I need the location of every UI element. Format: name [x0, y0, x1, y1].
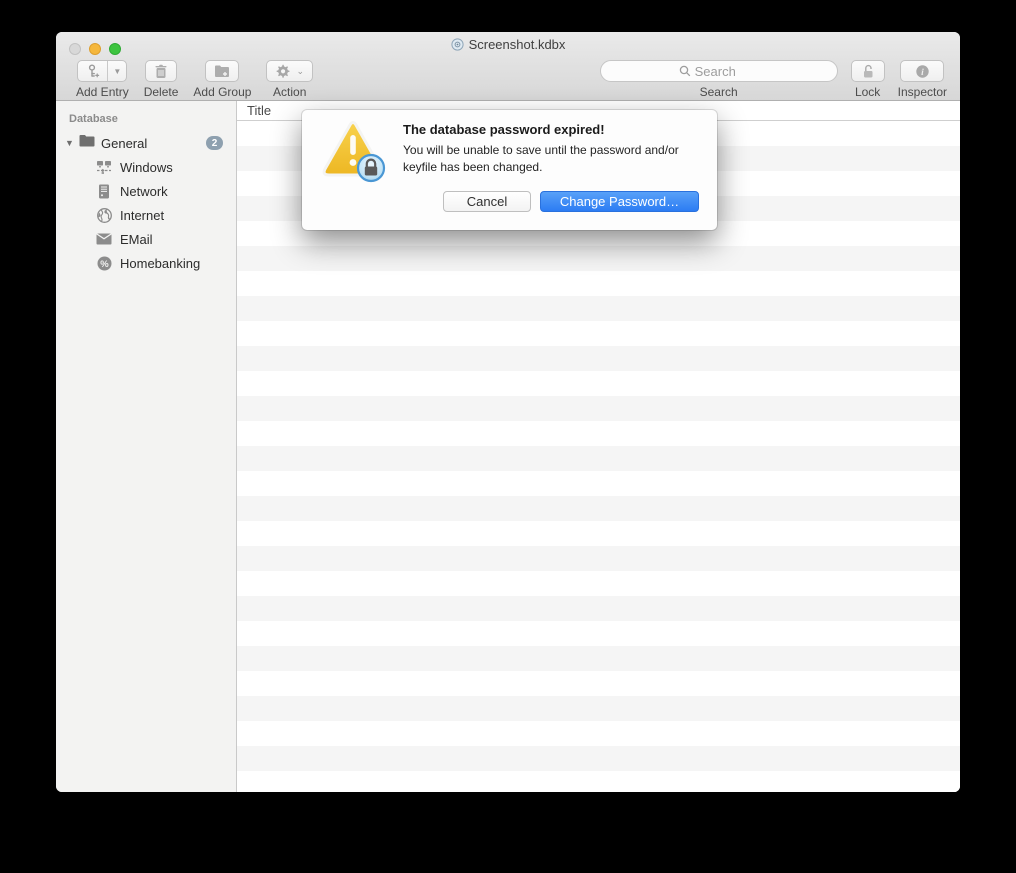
trash-icon — [154, 64, 168, 79]
sidebar-item-label: Network — [120, 183, 168, 199]
search-input[interactable] — [694, 63, 759, 79]
add-group-button[interactable] — [205, 60, 240, 82]
add-entry-toolbar-item: ▼ Add Entry — [76, 60, 129, 99]
chevron-down-icon: ⌄ — [296, 65, 304, 76]
svg-text:%: % — [100, 258, 109, 269]
sidebar-section-header: Database — [69, 113, 118, 125]
inspector-button[interactable]: i — [900, 60, 945, 82]
folder-icon — [79, 134, 95, 152]
sidebar-item-network[interactable]: Network — [56, 179, 236, 203]
password-expired-dialog: The database password expired! You will … — [302, 110, 717, 230]
lock-button[interactable] — [850, 60, 885, 82]
document-icon — [450, 38, 464, 54]
action-toolbar-item: ⌄ Action — [266, 60, 313, 99]
dialog-message: You will be unable to save until the pas… — [403, 143, 679, 175]
sidebar: Database ▼ General 2 Windows Network Int… — [56, 101, 237, 792]
window-title-text: Screenshot.kdbx — [468, 37, 566, 52]
svg-text:i: i — [921, 68, 924, 78]
sidebar-item-email[interactable]: EMail — [56, 227, 236, 251]
search-label: Search — [699, 85, 738, 99]
dialog-buttons: Cancel Change Password… — [443, 191, 699, 212]
search-field[interactable] — [599, 60, 838, 82]
gear-icon — [275, 64, 290, 79]
add-entry-label: Add Entry — [76, 85, 129, 99]
sidebar-item-label: EMail — [120, 231, 153, 247]
delete-label: Delete — [143, 85, 179, 99]
search-icon — [679, 65, 691, 77]
inspector-label: Inspector — [897, 85, 947, 99]
disclosure-triangle-icon[interactable]: ▼ — [65, 138, 77, 148]
delete-button[interactable] — [145, 60, 178, 82]
sidebar-item-internet[interactable]: Internet — [56, 203, 236, 227]
sidebar-item-label: Homebanking — [120, 255, 201, 271]
percent-circle-icon: % — [96, 255, 112, 271]
change-password-button[interactable]: Change Password… — [540, 191, 699, 212]
lock-toolbar-item: Lock — [850, 60, 885, 99]
lock-open-icon — [861, 64, 875, 79]
cancel-button[interactable]: Cancel — [443, 191, 531, 212]
sidebar-item-homebanking[interactable]: % Homebanking — [56, 251, 236, 275]
key-plus-icon — [78, 61, 109, 81]
group-label: General — [101, 135, 148, 151]
sidebar-item-label: Internet — [120, 207, 165, 223]
window-header: Screenshot.kdbx ▼ Add Entry Delete Add G… — [56, 32, 960, 101]
entry-count-badge: 2 — [206, 136, 223, 150]
add-group-toolbar-item: Add Group — [193, 60, 251, 99]
add-entry-button[interactable]: ▼ — [77, 60, 128, 82]
inspector-toolbar-item: i Inspector — [898, 60, 947, 99]
windows-network-icon — [96, 159, 112, 175]
sidebar-item-general[interactable]: ▼ General 2 — [56, 131, 236, 155]
lock-label: Lock — [854, 85, 881, 99]
toolbar: ▼ Add Entry Delete Add Group ⌄ Action Se… — [56, 56, 960, 101]
sidebar-item-label: Windows — [120, 159, 173, 175]
globe-icon — [96, 207, 112, 223]
action-button[interactable]: ⌄ — [266, 60, 313, 82]
add-group-label: Add Group — [193, 85, 252, 99]
toolbar-left-group: ▼ Add Entry Delete Add Group ⌄ Action — [76, 56, 313, 99]
dialog-title: The database password expired! — [403, 122, 605, 137]
desktop-background: Screenshot.kdbx ▼ Add Entry Delete Add G… — [0, 0, 1016, 873]
folder-plus-icon — [214, 64, 230, 78]
server-icon — [96, 183, 112, 199]
envelope-icon — [96, 231, 112, 247]
column-title-label: Title — [247, 103, 272, 118]
info-icon: i — [915, 64, 930, 79]
toolbar-right-group: Search Lock — [599, 56, 947, 99]
action-label: Action — [273, 85, 307, 99]
sidebar-item-windows[interactable]: Windows — [56, 155, 236, 179]
warning-lock-icon — [319, 120, 389, 193]
search-toolbar-item: Search — [599, 60, 838, 99]
window-title: Screenshot.kdbx — [56, 37, 960, 54]
chevron-down-icon[interactable]: ▼ — [108, 61, 126, 81]
delete-toolbar-item: Delete — [143, 60, 179, 99]
